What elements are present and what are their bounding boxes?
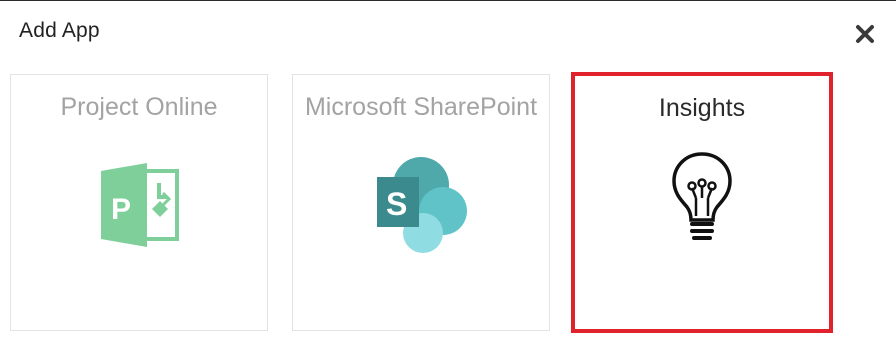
- project-online-logo-icon: P: [97, 163, 181, 252]
- app-tile-label: Insights: [658, 94, 746, 122]
- app-tile-label: Microsoft SharePoint: [304, 93, 538, 121]
- app-tile-sharepoint[interactable]: Microsoft SharePoint S: [292, 74, 550, 331]
- add-app-dialog: Add App Project Online P Microsoft Share…: [0, 0, 896, 341]
- svg-text:S: S: [386, 186, 407, 222]
- sharepoint-logo-icon: S: [369, 155, 473, 260]
- app-tile-insights[interactable]: Insights: [571, 72, 833, 333]
- app-tile-label: Project Online: [60, 93, 218, 121]
- app-tile-project-online[interactable]: Project Online P: [10, 74, 268, 331]
- close-icon: [856, 25, 874, 43]
- close-button[interactable]: [852, 21, 878, 47]
- lightbulb-icon: [670, 150, 734, 251]
- dialog-title: Add App: [19, 19, 100, 42]
- svg-text:P: P: [111, 193, 131, 226]
